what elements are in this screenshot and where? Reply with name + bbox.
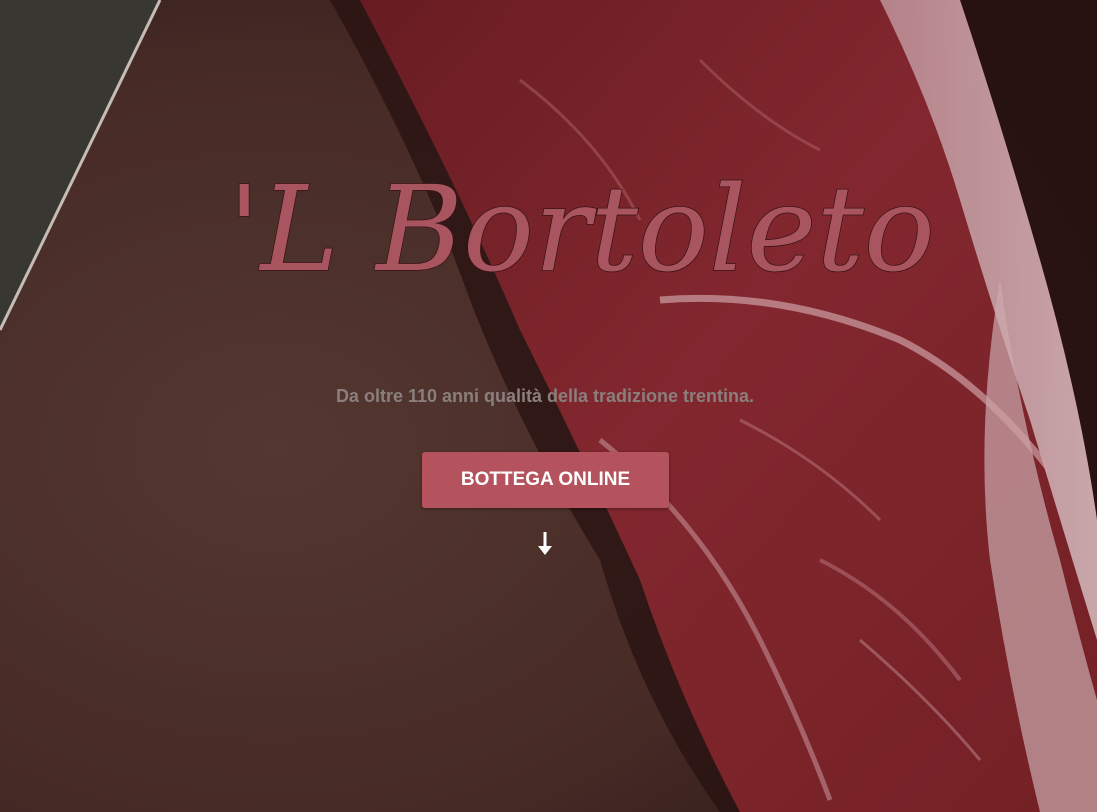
brand-logo: 'L Bortoleto [220, 150, 935, 320]
bottega-online-button[interactable]: BOTTEGA ONLINE [422, 452, 669, 508]
hero-tagline: Da oltre 110 anni qualità della tradizio… [335, 386, 755, 406]
arrow-down-icon[interactable] [535, 528, 555, 560]
hero-section: 'L Bortoleto Da oltre 110 anni qualità d… [0, 0, 1097, 812]
brand-title: 'L Bortoleto [228, 160, 935, 298]
